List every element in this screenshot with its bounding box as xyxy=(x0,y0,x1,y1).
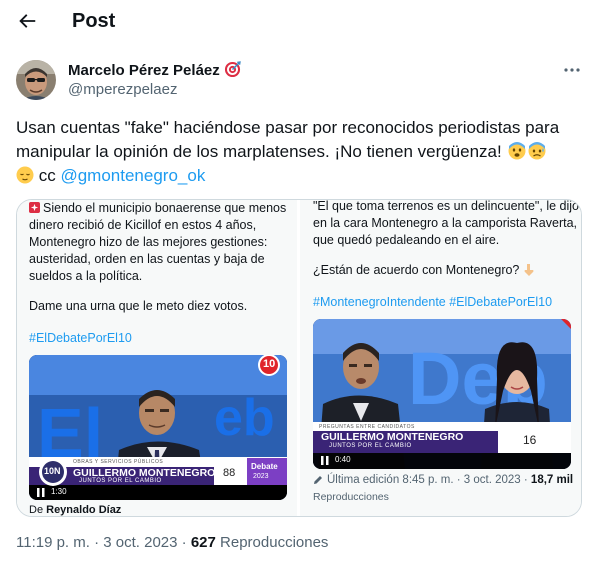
pause-icon[interactable] xyxy=(37,488,45,497)
target-icon xyxy=(224,61,241,78)
author-handle[interactable]: @mperezpelaez xyxy=(68,81,177,98)
right-video-name: GUILLERMO MONTENEGRO xyxy=(321,431,464,443)
left-text-line5: sueldos a la política. xyxy=(29,269,143,283)
sweat-face-icon xyxy=(528,142,546,160)
siren-icon xyxy=(29,202,40,213)
media-card[interactable]: Siendo el municipio bonaerense que menos… xyxy=(16,199,582,517)
right-video-category: PREGUNTAS ENTRE CANDIDATOS xyxy=(319,424,415,430)
left-text-line4: austeridad, orden en las cuentas y baja … xyxy=(29,252,265,266)
left-text-line6: Dame una urna que le meto diez votos. xyxy=(29,299,248,313)
left-video-category: OBRAS Y SERVICIOS PÚBLICOS xyxy=(73,459,164,465)
post-meta: 11:19 p. m. · 3 oct. 2023 · 627 Reproduc… xyxy=(16,534,328,551)
left-hashtag[interactable]: #ElDebatePorEl10 xyxy=(29,330,132,347)
mention-link[interactable]: @gmontenegro_ok xyxy=(60,166,205,185)
right-video-party: JUNTOS POR EL CAMBIO xyxy=(329,443,412,449)
author-name-text[interactable]: Marcelo Pérez Peláez xyxy=(68,62,220,79)
post-views-label: Reproducciones xyxy=(220,534,329,551)
channel-10-badge: 10 xyxy=(263,358,276,370)
right-text-line2: en la cara Montenegro a la camporista Ra… xyxy=(313,216,578,230)
avatar[interactable] xyxy=(16,60,56,100)
right-video-time: 0:40 xyxy=(335,455,351,464)
right-views-count: 18,7 mil xyxy=(530,474,574,486)
left-video-party: JUNTOS POR EL CAMBIO xyxy=(79,478,162,484)
right-hashtags[interactable]: #MontenegroIntendente #ElDebatePorEl10 xyxy=(313,294,552,311)
left-byline: De Reynaldo Díaz xyxy=(29,504,121,516)
left-video-debate: Debate xyxy=(251,462,278,471)
left-video-year: 2023 xyxy=(253,473,269,480)
anxious-face-icon xyxy=(508,142,526,160)
relieved-face-icon xyxy=(16,166,34,184)
left-text-line2: dinero recibió de Kicillof en estos 4 añ… xyxy=(29,218,257,232)
top-bar: Post xyxy=(0,0,597,44)
right-edit-info: Última edición 8:45 p. m. · 3 oct. 2023 … xyxy=(327,474,573,486)
tweet-body: Usan cuentas "fake" haciéndose pasar por… xyxy=(16,118,560,161)
svg-text:eb: eb xyxy=(214,389,275,447)
right-video-thumbnail[interactable]: Deb PREGUNTAS ENTRE CANDIDATOS GUILLERMO… xyxy=(313,319,571,469)
left-text-line1: Siendo el municipio bonaerense que menos xyxy=(43,201,287,215)
left-video-time: 1:30 xyxy=(51,487,67,496)
pause-icon[interactable] xyxy=(321,456,329,465)
page-title: Post xyxy=(72,10,116,32)
left-media-panel[interactable]: Siendo el municipio bonaerense que menos… xyxy=(17,200,297,516)
back-arrow-icon[interactable] xyxy=(16,10,38,32)
more-icon[interactable] xyxy=(563,64,581,76)
right-text-line1: "El que toma terrenos es un delincuente"… xyxy=(313,199,579,213)
post-timestamp[interactable]: 11:19 p. m. · 3 oct. 2023 · xyxy=(16,534,187,551)
tweet-text: Usan cuentas "fake" haciéndose pasar por… xyxy=(16,116,581,188)
right-text-line4: ¿Están de acuerdo con Montenegro? xyxy=(313,262,535,279)
edit-info-text: Última edición 8:45 p. m. · 3 oct. 2023 … xyxy=(327,474,528,486)
byline-name[interactable]: Reynaldo Díaz xyxy=(46,504,121,516)
right-media-panel[interactable]: "El que toma terrenos es un delincuente"… xyxy=(300,199,581,516)
byline-prefix: De xyxy=(29,504,44,516)
right-text-line3: que quedó pedaleando en el aire. xyxy=(313,233,500,247)
left-video-number: 88 xyxy=(223,467,236,479)
left-video-channel: 10N xyxy=(44,466,61,476)
right-views-label: Reproducciones xyxy=(313,491,389,503)
post-views-count: 627 xyxy=(190,534,216,551)
right-question: ¿Están de acuerdo con Montenegro? xyxy=(313,263,520,277)
right-video-number: 16 xyxy=(523,433,537,447)
point-down-icon xyxy=(524,264,534,276)
left-text-line3: Montenegro hizo de las mejores gestiones… xyxy=(29,235,268,249)
cc-label: cc xyxy=(38,166,56,185)
pencil-icon xyxy=(314,476,322,484)
author-name[interactable]: Marcelo Pérez Peláez xyxy=(68,61,241,79)
left-video-thumbnail[interactable]: El eb 10 OBRAS Y SERVICIOS PÚBLICOS GUIL… xyxy=(29,355,287,500)
